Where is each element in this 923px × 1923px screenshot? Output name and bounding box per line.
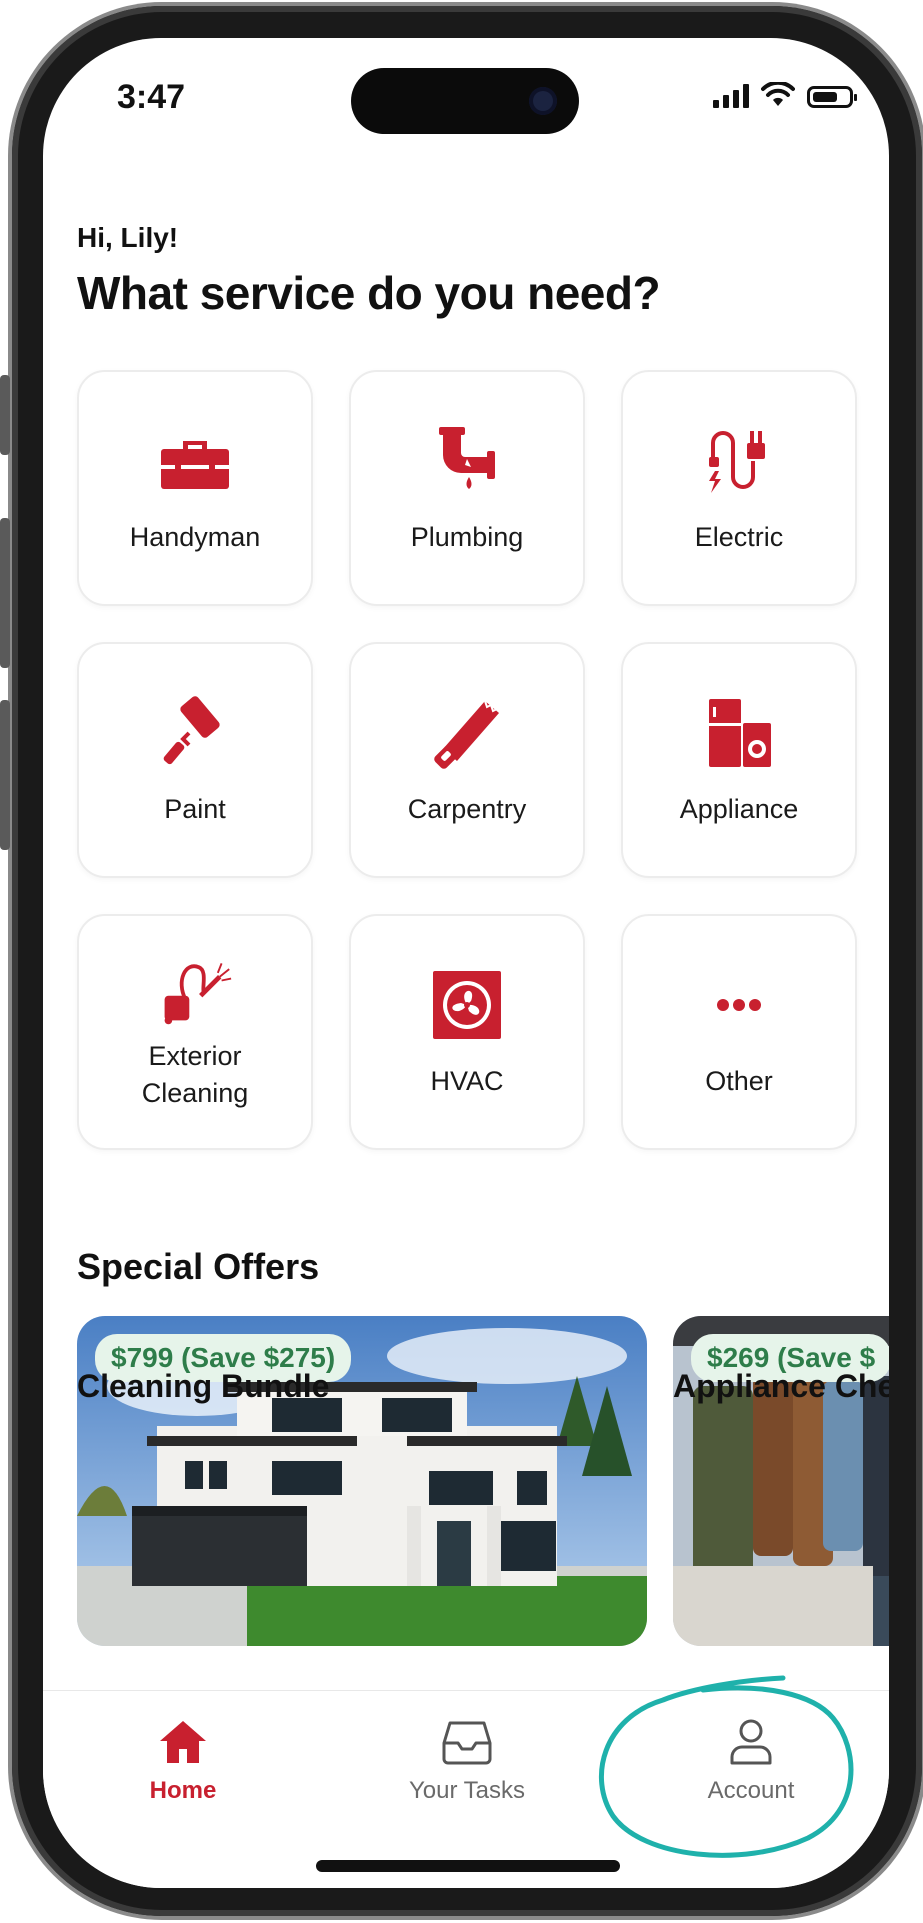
- special-offers-title: Special Offers: [77, 1246, 320, 1287]
- service-tile-carpentry[interactable]: Carpentry: [349, 642, 585, 878]
- paint-roller-icon: [163, 695, 220, 764]
- saw-icon: [434, 700, 499, 769]
- cellular-signal-icon: [713, 84, 749, 108]
- service-label: Exterior Cleaning: [141, 1041, 249, 1108]
- greeting: Hi, Lily!: [77, 222, 179, 253]
- wifi-icon: [761, 82, 795, 106]
- fan-icon: [433, 970, 501, 1039]
- service-tile-other[interactable]: Other: [621, 914, 857, 1150]
- dynamic-island: [351, 68, 579, 134]
- service-tile-appliance[interactable]: Appliance: [621, 642, 857, 878]
- toolbox-icon: [161, 440, 229, 489]
- home-indicator: [316, 1860, 620, 1872]
- service-label: HVAC: [430, 1065, 504, 1096]
- tab-label: Your Tasks: [408, 1777, 526, 1804]
- service-tile-plumbing[interactable]: Plumbing: [349, 370, 585, 606]
- service-tile-handyman[interactable]: Handyman: [77, 370, 313, 606]
- volume-down-button: [0, 700, 10, 850]
- tab-account[interactable]: Account: [651, 1715, 851, 1805]
- service-label: Plumbing: [410, 521, 524, 552]
- service-label: Handyman: [129, 521, 261, 552]
- app-screen: 3:47 Hi, Lily! What service do you need?: [43, 38, 889, 1888]
- offer-card-cleaning-bundle[interactable]: $799 (Save $275): [77, 1316, 647, 1646]
- service-label: Other: [705, 1065, 773, 1096]
- service-tile-electric[interactable]: Electric: [621, 370, 857, 606]
- status-icons: [713, 82, 857, 108]
- fridge-washer-icon: [709, 698, 771, 767]
- service-tile-exterior-cleaning[interactable]: Exterior Cleaning: [77, 914, 313, 1150]
- more-dots-icon: [717, 998, 761, 1011]
- plug-cord-icon: [709, 430, 765, 493]
- person-icon: [730, 1719, 772, 1765]
- offer-card-appliance-check[interactable]: $269 (Save $: [673, 1316, 889, 1646]
- volume-up-button: [0, 518, 10, 668]
- offer-title: Appliance Che: [673, 1368, 889, 1404]
- page-title: What service do you need?: [77, 267, 661, 319]
- battery-icon: [807, 86, 857, 108]
- service-label: Electric: [694, 521, 784, 552]
- mute-switch: [0, 375, 10, 455]
- service-grid: Handyman Plumbing Electric Paint Carpent…: [77, 370, 857, 1150]
- service-label: Paint: [164, 793, 226, 824]
- front-camera-icon: [529, 87, 557, 115]
- service-label: Carpentry: [407, 793, 527, 824]
- pressure-washer-icon: [164, 963, 232, 1025]
- home-icon: [160, 1721, 206, 1763]
- tab-label: Home: [149, 1777, 217, 1804]
- inbox-tray-icon: [442, 1721, 492, 1765]
- status-time: 3:47: [117, 78, 186, 116]
- service-tile-paint[interactable]: Paint: [77, 642, 313, 878]
- tab-your-tasks[interactable]: Your Tasks: [367, 1715, 567, 1805]
- leaking-pipe-icon: [439, 426, 495, 489]
- bottom-tab-bar: Home Your Tasks Account: [43, 1690, 889, 1888]
- service-tile-hvac[interactable]: HVAC: [349, 914, 585, 1150]
- service-label: Appliance: [679, 793, 799, 824]
- offer-title: Cleaning Bundle: [77, 1368, 330, 1404]
- tab-label: Account: [707, 1777, 795, 1804]
- special-offers-carousel[interactable]: $799 (Save $275) $269 (Save $: [77, 1316, 889, 1656]
- tab-home[interactable]: Home: [83, 1715, 283, 1805]
- status-bar: 3:47: [43, 38, 889, 148]
